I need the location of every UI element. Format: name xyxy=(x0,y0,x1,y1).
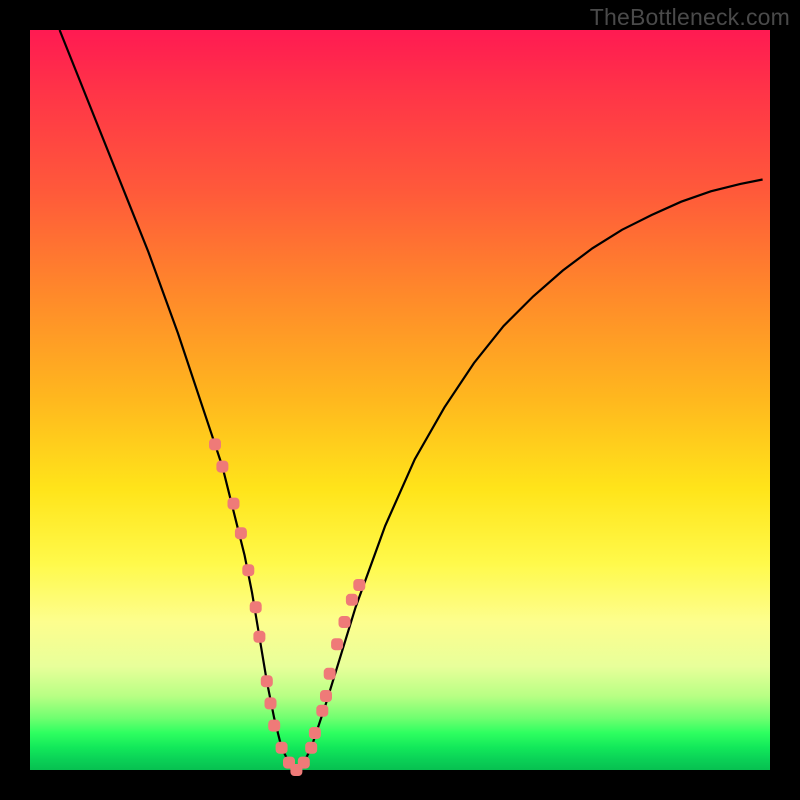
data-marker xyxy=(210,439,221,450)
data-marker xyxy=(332,639,343,650)
data-marker xyxy=(309,728,320,739)
data-marker xyxy=(265,698,276,709)
data-marker xyxy=(243,565,254,576)
data-marker xyxy=(254,631,265,642)
data-marker xyxy=(298,757,309,768)
data-marker xyxy=(276,742,287,753)
data-marker xyxy=(261,676,272,687)
data-marker xyxy=(354,580,365,591)
data-marker xyxy=(217,461,228,472)
data-marker xyxy=(324,668,335,679)
data-marker xyxy=(346,594,357,605)
data-marker xyxy=(317,705,328,716)
data-marker xyxy=(269,720,280,731)
data-marker xyxy=(228,498,239,509)
data-marker xyxy=(306,742,317,753)
chart-svg xyxy=(30,30,770,770)
plot-area xyxy=(30,30,770,770)
bottleneck-curve xyxy=(60,30,763,770)
data-marker xyxy=(339,617,350,628)
data-marker xyxy=(250,602,261,613)
chart-frame: TheBottleneck.com xyxy=(0,0,800,800)
data-marker xyxy=(235,528,246,539)
data-marker xyxy=(321,691,332,702)
watermark-text: TheBottleneck.com xyxy=(590,4,790,31)
marker-group xyxy=(210,439,365,776)
